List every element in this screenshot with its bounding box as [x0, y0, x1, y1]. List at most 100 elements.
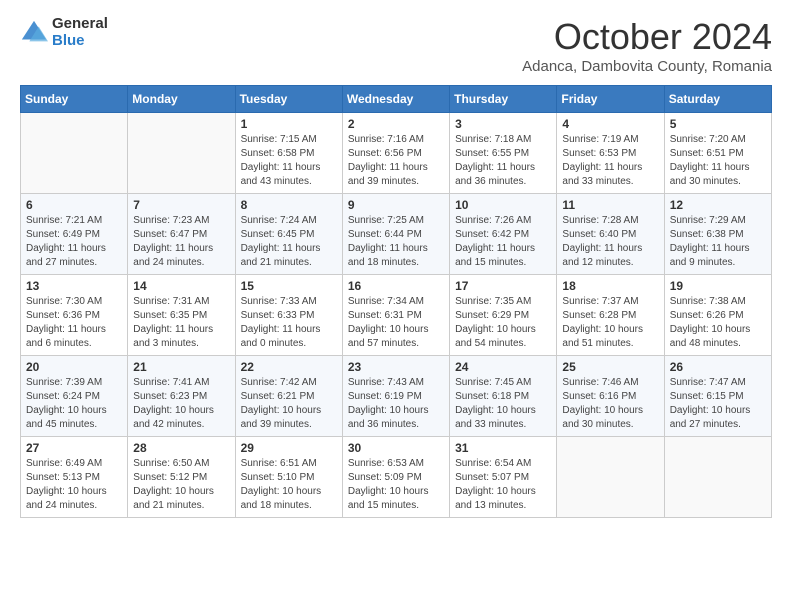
- cell-info: Sunrise: 6:50 AMSunset: 5:12 PMDaylight:…: [133, 457, 229, 513]
- day-number: 16: [348, 279, 444, 293]
- day-number: 31: [455, 441, 551, 455]
- cell-info: Sunrise: 7:47 AMSunset: 6:15 PMDaylight:…: [670, 376, 766, 432]
- day-number: 6: [26, 198, 122, 212]
- calendar-cell: 12Sunrise: 7:29 AMSunset: 6:38 PMDayligh…: [664, 194, 771, 275]
- day-number: 7: [133, 198, 229, 212]
- cell-info: Sunrise: 7:33 AMSunset: 6:33 PMDaylight:…: [241, 295, 337, 351]
- col-header-saturday: Saturday: [664, 86, 771, 113]
- cell-info: Sunrise: 7:46 AMSunset: 6:16 PMDaylight:…: [562, 376, 658, 432]
- calendar-cell: 31 Sunrise: 6:54 AMSunset: 5:07 PMDayligh…: [450, 437, 557, 518]
- calendar-cell: 18Sunrise: 7:37 AMSunset: 6:28 PMDayligh…: [557, 275, 664, 356]
- day-number: 4: [562, 117, 658, 131]
- day-number: 10: [455, 198, 551, 212]
- logo-blue: Blue: [52, 33, 108, 50]
- calendar-cell: 2 Sunrise: 7:16 AMSunset: 6:56 PMDaylight…: [342, 113, 449, 194]
- day-number: 2: [348, 117, 444, 131]
- calendar-cell: 11 Sunrise: 7:28 AMSunset: 6:40 PMDayligh…: [557, 194, 664, 275]
- day-number: 5: [670, 117, 766, 131]
- cell-info: Sunrise: 7:39 AMSunset: 6:24 PMDaylight:…: [26, 376, 122, 432]
- cell-info: Sunrise: 7:42 AMSunset: 6:21 PMDaylight:…: [241, 376, 337, 432]
- calendar-cell: 9 Sunrise: 7:25 AMSunset: 6:44 PMDaylight…: [342, 194, 449, 275]
- cell-info: Sunrise: 7:15 AMSunset: 6:58 PMDaylight:…: [241, 133, 337, 189]
- calendar-cell: 10 Sunrise: 7:26 AMSunset: 6:42 PMDayligh…: [450, 194, 557, 275]
- calendar-cell: 20 Sunrise: 7:39 AMSunset: 6:24 PMDayligh…: [21, 356, 128, 437]
- day-number: 25: [562, 360, 658, 374]
- header-row: SundayMondayTuesdayWednesdayThursdayFrid…: [21, 86, 772, 113]
- cell-info: Sunrise: 7:25 AMSunset: 6:44 PMDaylight:…: [348, 214, 444, 270]
- cell-info: Sunrise: 7:23 AMSunset: 6:47 PMDaylight:…: [133, 214, 229, 270]
- day-number: 18: [562, 279, 658, 293]
- cell-info: Sunrise: 7:34 AMSunset: 6:31 PMDaylight:…: [348, 295, 444, 351]
- calendar-cell: 4Sunrise: 7:19 AMSunset: 6:53 PMDaylight…: [557, 113, 664, 194]
- day-number: 3: [455, 117, 551, 131]
- calendar-cell: [128, 113, 235, 194]
- title-block: October 2024 Adanca, Dambovita County, R…: [522, 16, 772, 75]
- cell-info: Sunrise: 7:16 AMSunset: 6:56 PMDaylight:…: [348, 133, 444, 189]
- day-number: 1: [241, 117, 337, 131]
- calendar-cell: 6 Sunrise: 7:21 AMSunset: 6:49 PMDaylight…: [21, 194, 128, 275]
- col-header-tuesday: Tuesday: [235, 86, 342, 113]
- calendar-cell: 13 Sunrise: 7:30 AMSunset: 6:36 PMDayligh…: [21, 275, 128, 356]
- col-header-sunday: Sunday: [21, 86, 128, 113]
- calendar-table: SundayMondayTuesdayWednesdayThursdayFrid…: [20, 85, 772, 518]
- calendar-cell: 1 Sunrise: 7:15 AMSunset: 6:58 PMDaylight…: [235, 113, 342, 194]
- day-number: 12: [670, 198, 766, 212]
- logo: General Blue: [20, 16, 108, 49]
- cell-info: Sunrise: 6:53 AMSunset: 5:09 PMDaylight:…: [348, 457, 444, 513]
- day-number: 30: [348, 441, 444, 455]
- cell-info: Sunrise: 7:38 AMSunset: 6:26 PMDaylight:…: [670, 295, 766, 351]
- col-header-monday: Monday: [128, 86, 235, 113]
- day-number: 14: [133, 279, 229, 293]
- title-month: October 2024: [522, 16, 772, 58]
- calendar-cell: 27Sunrise: 6:49 AMSunset: 5:13 PMDayligh…: [21, 437, 128, 518]
- calendar-cell: 17Sunrise: 7:35 AMSunset: 6:29 PMDayligh…: [450, 275, 557, 356]
- week-row-4: 20 Sunrise: 7:39 AMSunset: 6:24 PMDayligh…: [21, 356, 772, 437]
- cell-info: Sunrise: 7:24 AMSunset: 6:45 PMDaylight:…: [241, 214, 337, 270]
- calendar-cell: 28 Sunrise: 6:50 AMSunset: 5:12 PMDayligh…: [128, 437, 235, 518]
- logo-text: General Blue: [52, 16, 108, 49]
- cell-info: Sunrise: 6:54 AMSunset: 5:07 PMDaylight:…: [455, 457, 551, 513]
- cell-info: Sunrise: 7:41 AMSunset: 6:23 PMDaylight:…: [133, 376, 229, 432]
- cell-info: Sunrise: 7:21 AMSunset: 6:49 PMDaylight:…: [26, 214, 122, 270]
- cell-info: Sunrise: 6:51 AMSunset: 5:10 PMDaylight:…: [241, 457, 337, 513]
- cell-info: Sunrise: 7:31 AMSunset: 6:35 PMDaylight:…: [133, 295, 229, 351]
- day-number: 11: [562, 198, 658, 212]
- calendar-cell: 7 Sunrise: 7:23 AMSunset: 6:47 PMDaylight…: [128, 194, 235, 275]
- title-location: Adanca, Dambovita County, Romania: [522, 58, 772, 75]
- week-row-2: 6 Sunrise: 7:21 AMSunset: 6:49 PMDaylight…: [21, 194, 772, 275]
- day-number: 9: [348, 198, 444, 212]
- day-number: 28: [133, 441, 229, 455]
- day-number: 23: [348, 360, 444, 374]
- cell-info: Sunrise: 7:45 AMSunset: 6:18 PMDaylight:…: [455, 376, 551, 432]
- calendar-cell: 30 Sunrise: 6:53 AMSunset: 5:09 PMDayligh…: [342, 437, 449, 518]
- day-number: 19: [670, 279, 766, 293]
- week-row-1: 1 Sunrise: 7:15 AMSunset: 6:58 PMDaylight…: [21, 113, 772, 194]
- calendar-cell: 23Sunrise: 7:43 AMSunset: 6:19 PMDayligh…: [342, 356, 449, 437]
- calendar-cell: [557, 437, 664, 518]
- calendar-cell: 26 Sunrise: 7:47 AMSunset: 6:15 PMDayligh…: [664, 356, 771, 437]
- day-number: 13: [26, 279, 122, 293]
- day-number: 24: [455, 360, 551, 374]
- logo-icon: [20, 19, 48, 47]
- day-number: 22: [241, 360, 337, 374]
- cell-info: Sunrise: 7:28 AMSunset: 6:40 PMDaylight:…: [562, 214, 658, 270]
- calendar-cell: 15 Sunrise: 7:33 AMSunset: 6:33 PMDayligh…: [235, 275, 342, 356]
- calendar-cell: 16 Sunrise: 7:34 AMSunset: 6:31 PMDayligh…: [342, 275, 449, 356]
- calendar-cell: 3 Sunrise: 7:18 AMSunset: 6:55 PMDaylight…: [450, 113, 557, 194]
- day-number: 26: [670, 360, 766, 374]
- calendar-cell: 29 Sunrise: 6:51 AMSunset: 5:10 PMDayligh…: [235, 437, 342, 518]
- day-number: 27: [26, 441, 122, 455]
- calendar-cell: 22 Sunrise: 7:42 AMSunset: 6:21 PMDayligh…: [235, 356, 342, 437]
- day-number: 20: [26, 360, 122, 374]
- cell-info: Sunrise: 7:26 AMSunset: 6:42 PMDaylight:…: [455, 214, 551, 270]
- day-number: 15: [241, 279, 337, 293]
- day-number: 17: [455, 279, 551, 293]
- calendar-cell: 5 Sunrise: 7:20 AMSunset: 6:51 PMDaylight…: [664, 113, 771, 194]
- calendar-cell: 25 Sunrise: 7:46 AMSunset: 6:16 PMDayligh…: [557, 356, 664, 437]
- cell-info: Sunrise: 7:20 AMSunset: 6:51 PMDaylight:…: [670, 133, 766, 189]
- cell-info: Sunrise: 7:30 AMSunset: 6:36 PMDaylight:…: [26, 295, 122, 351]
- day-number: 29: [241, 441, 337, 455]
- cell-info: Sunrise: 7:18 AMSunset: 6:55 PMDaylight:…: [455, 133, 551, 189]
- day-number: 21: [133, 360, 229, 374]
- logo-general: General: [52, 16, 108, 33]
